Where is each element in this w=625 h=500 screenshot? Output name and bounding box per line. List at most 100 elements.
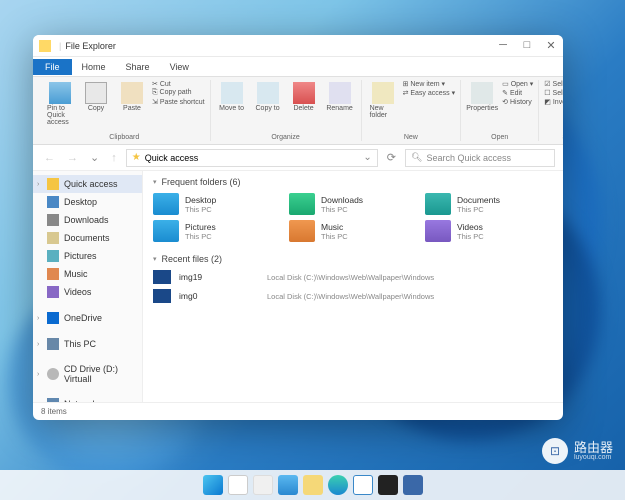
sidebar-item-documents[interactable]: Documents <box>33 229 142 247</box>
sidebar-item-network[interactable]: › Network <box>33 395 142 402</box>
folder-location: This PC <box>185 232 216 241</box>
sidebar-item-quick-access[interactable]: ›Quick access <box>33 175 142 193</box>
sidebar-item-onedrive[interactable]: ›OneDrive <box>33 309 142 327</box>
sidebar-item-label: Desktop <box>64 197 97 207</box>
paste-button[interactable]: Paste <box>116 80 148 114</box>
folder-name: Music <box>321 222 348 232</box>
new-folder-button[interactable]: New folder <box>367 80 399 121</box>
sidebar-item-downloads[interactable]: Downloads <box>33 211 142 229</box>
copy-path-button[interactable]: ⎘ Copy path <box>152 89 205 97</box>
address-location: Quick access <box>145 153 199 163</box>
file-img0[interactable]: img0Local Disk (C:)\Windows\Web\Wallpape… <box>153 289 553 303</box>
folder-location: This PC <box>457 205 500 214</box>
easy-access-button[interactable]: ⇄ Easy access ▾ <box>403 89 456 97</box>
folder-downloads[interactable]: DownloadsThis PC <box>289 193 417 215</box>
tab-share[interactable]: Share <box>116 59 160 75</box>
delete-button[interactable]: Delete <box>288 80 320 114</box>
folder-icon <box>153 193 179 215</box>
sidebar-item-label: Quick access <box>64 179 118 189</box>
group-new: New <box>404 134 418 141</box>
start-button[interactable] <box>203 475 223 495</box>
search-placeholder: Search Quick access <box>426 153 511 163</box>
explorer-icon <box>39 40 51 52</box>
tab-view[interactable]: View <box>160 59 199 75</box>
pc-icon <box>47 338 59 350</box>
folder-music[interactable]: MusicThis PC <box>289 220 417 242</box>
open-button[interactable]: ▭ Open ▾ <box>502 80 533 88</box>
nav-forward-button[interactable]: → <box>64 152 81 164</box>
image-file-icon <box>153 289 171 303</box>
cd-icon <box>47 368 59 380</box>
sidebar-item-music[interactable]: Music <box>33 265 142 283</box>
file-explorer-window: | File Explorer ─ □ ✕ File Home Share Vi… <box>33 35 563 420</box>
group-organize: Organize <box>271 134 299 141</box>
taskbar-explorer-button[interactable] <box>303 475 323 495</box>
sidebar-item-desktop[interactable]: Desktop <box>33 193 142 211</box>
taskbar-store-button[interactable] <box>353 475 373 495</box>
nav-back-button[interactable]: ← <box>41 152 58 164</box>
folder-videos[interactable]: VideosThis PC <box>425 220 553 242</box>
chevron-right-icon: › <box>37 401 39 403</box>
sidebar-item-label: Videos <box>64 287 91 297</box>
od-icon <box>47 312 59 324</box>
address-dropdown-icon[interactable]: ⌄ <box>363 152 371 163</box>
folder-icon <box>425 220 451 242</box>
rename-button[interactable]: Rename <box>324 80 356 114</box>
minimize-button[interactable]: ─ <box>497 39 509 52</box>
taskbar-settings-button[interactable] <box>403 475 423 495</box>
folder-documents[interactable]: DocumentsThis PC <box>425 193 553 215</box>
taskbar-search-button[interactable] <box>228 475 248 495</box>
pin-quick-access-button[interactable]: Pin to Quick access <box>44 80 76 128</box>
nav-up-button[interactable]: ↑ <box>108 152 120 164</box>
history-button[interactable]: ⟲ History <box>502 98 533 106</box>
file-img19[interactable]: img19Local Disk (C:)\Windows\Web\Wallpap… <box>153 270 553 284</box>
paste-shortcut-button[interactable]: ⇲ Paste shortcut <box>152 98 205 106</box>
sidebar-item-videos[interactable]: Videos <box>33 283 142 301</box>
tab-file[interactable]: File <box>33 59 72 75</box>
address-input[interactable]: ★ Quick access ⌄ <box>126 149 378 167</box>
widgets-button[interactable] <box>278 475 298 495</box>
refresh-button[interactable]: ⟳ <box>384 151 399 164</box>
sidebar-item-cd-drive-d-virtuali[interactable]: ›CD Drive (D:) VirtualI <box>33 361 142 387</box>
search-input[interactable]: 🔍︎ Search Quick access <box>405 149 555 167</box>
sidebar-item-label: Pictures <box>64 251 97 261</box>
ribbon: Pin to Quick access Copy Paste ✂ Cut ⎘ C… <box>33 77 563 145</box>
sidebar-item-label: Documents <box>64 233 110 243</box>
new-item-button[interactable]: ⊞ New item ▾ <box>403 80 456 88</box>
folder-name: Videos <box>457 222 484 232</box>
frequent-folders-header[interactable]: ▾ Frequent folders (6) <box>153 177 553 187</box>
sidebar-item-label: Network <box>64 399 97 402</box>
invert-selection-button[interactable]: ◩ Invert selection <box>544 98 563 106</box>
folder-location: This PC <box>321 205 363 214</box>
new-folder-icon <box>372 82 394 104</box>
copy-to-button[interactable]: Copy to <box>252 80 284 114</box>
rename-icon <box>329 82 351 104</box>
folder-location: This PC <box>321 232 348 241</box>
edit-button[interactable]: ✎ Edit <box>502 89 533 97</box>
taskbar-terminal-button[interactable] <box>378 475 398 495</box>
task-view-button[interactable] <box>253 475 273 495</box>
maximize-button[interactable]: □ <box>521 39 533 52</box>
cut-button[interactable]: ✂ Cut <box>152 80 205 88</box>
tab-home[interactable]: Home <box>72 59 116 75</box>
titlebar: | File Explorer ─ □ ✕ <box>33 35 563 57</box>
sidebar-item-pictures[interactable]: Pictures <box>33 247 142 265</box>
sidebar-item-this-pc[interactable]: ›This PC <box>33 335 142 353</box>
net-icon <box>47 398 59 402</box>
sidebar-item-label: Downloads <box>64 215 109 225</box>
recent-files-header[interactable]: ▾ Recent files (2) <box>153 254 553 264</box>
sidebar-item-label: Music <box>64 269 88 279</box>
folder-desktop[interactable]: DesktopThis PC <box>153 193 281 215</box>
select-all-button[interactable]: ☑ Select all <box>544 80 563 88</box>
move-to-button[interactable]: Move to <box>216 80 248 114</box>
properties-button[interactable]: Properties <box>466 80 498 114</box>
folder-pictures[interactable]: PicturesThis PC <box>153 220 281 242</box>
folder-location: This PC <box>457 232 484 241</box>
pic-icon <box>47 250 59 262</box>
copy-button[interactable]: Copy <box>80 80 112 114</box>
sidebar-item-label: OneDrive <box>64 313 102 323</box>
select-none-button[interactable]: ☐ Select none <box>544 89 563 97</box>
taskbar-edge-button[interactable] <box>328 475 348 495</box>
close-button[interactable]: ✕ <box>545 39 557 52</box>
nav-recent-button[interactable]: ⌄ <box>87 151 102 164</box>
